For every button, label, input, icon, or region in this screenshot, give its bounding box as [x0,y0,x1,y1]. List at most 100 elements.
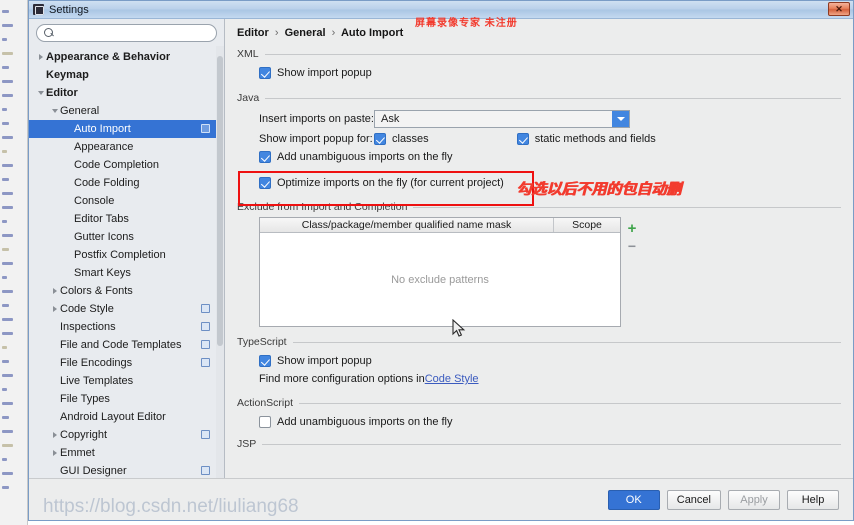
apply-button[interactable]: Apply [728,489,780,510]
sidebar-item-code-style[interactable]: Code Style [29,300,224,318]
tree-twisty-placeholder [49,354,60,372]
exclude-table-buttons: + − [621,217,643,327]
sidebar-item-auto-import[interactable]: Auto Import [29,120,224,138]
sidebar-item-code-folding[interactable]: Code Folding [29,174,224,192]
chevron-right-icon[interactable] [49,426,60,444]
add-unambiguous-java-label: Add unambiguous imports on the fly [277,151,453,163]
cancel-button[interactable]: Cancel [666,489,721,510]
sidebar-item-postfix-completion[interactable]: Postfix Completion [29,246,224,264]
chevron-down-icon[interactable] [35,84,46,102]
sidebar-item-android-layout-editor[interactable]: Android Layout Editor [29,408,224,426]
sidebar-item-editor[interactable]: Editor [29,84,224,102]
classes-row[interactable]: classes [374,130,429,148]
breadcrumb-part-general[interactable]: General [285,27,326,39]
actionscript-add-unambiguous-checkbox[interactable] [259,416,271,428]
chevron-right-icon[interactable] [49,300,60,318]
ok-button[interactable]: OK [607,489,660,510]
sidebar-item-file-types[interactable]: File Types [29,390,224,408]
sidebar-item-emmet[interactable]: Emmet [29,444,224,462]
search-input[interactable] [58,26,209,40]
tree-twisty-placeholder [63,246,74,264]
tree-twisty-placeholder [49,390,60,408]
breadcrumb: Editor › General › Auto Import [237,27,841,39]
insert-imports-row: Insert imports on paste: Ask [237,108,841,130]
sidebar-item-copyright[interactable]: Copyright [29,426,224,444]
xml-show-import-popup-checkbox[interactable] [259,67,271,79]
static-methods-checkbox[interactable] [516,133,529,145]
search-row [29,24,224,46]
sidebar-scrollbar[interactable] [216,46,224,478]
chevron-down-icon[interactable] [49,102,60,120]
classes-checkbox[interactable] [374,133,386,145]
static-methods-row[interactable]: static methods and fields [516,130,656,148]
sidebar-item-label: Code Completion [74,159,159,171]
sidebar-item-inspections[interactable]: Inspections [29,318,224,336]
help-button[interactable]: Help [787,489,839,510]
sidebar-item-keymap[interactable]: Keymap [29,66,224,84]
optimize-imports-checkbox[interactable] [259,177,271,189]
ide-code-line [2,136,13,139]
sidebar-item-file-encodings[interactable]: File Encodings [29,354,224,372]
column-header-scope[interactable]: Scope [554,218,620,232]
tree-twisty-placeholder [49,408,60,426]
typescript-show-import-popup-checkbox[interactable] [259,355,271,367]
chevron-right-icon[interactable] [35,48,46,66]
ide-code-line [2,234,13,237]
settings-tree-list: Appearance & Behavior Keymap Editor General… [29,48,224,478]
ide-code-line [2,318,13,321]
close-icon[interactable]: ✕ [828,2,850,16]
sidebar-item-file-and-code-templates[interactable]: File and Code Templates [29,336,224,354]
sidebar-item-general[interactable]: General [29,102,224,120]
search-box[interactable] [36,24,217,42]
add-exclude-button[interactable]: + [623,219,641,237]
sidebar-item-gutter-icons[interactable]: Gutter Icons [29,228,224,246]
add-unambiguous-java-checkbox[interactable] [259,151,271,163]
ide-code-line [2,94,13,97]
typescript-show-import-popup-row[interactable]: Show import popup [237,352,841,370]
chevron-right-icon[interactable] [49,282,60,300]
ide-code-line [2,472,13,475]
ide-code-line [2,66,9,69]
sidebar-item-smart-keys[interactable]: Smart Keys [29,264,224,282]
project-scope-icon [201,466,210,475]
chevron-down-icon[interactable] [612,111,629,127]
column-header-mask[interactable]: Class/package/member qualified name mask [260,218,554,232]
remove-exclude-button[interactable]: − [623,237,641,255]
add-unambiguous-java-row[interactable]: Add unambiguous imports on the fly [237,148,841,166]
sidebar-item-colors-fonts[interactable]: Colors & Fonts [29,282,224,300]
search-icon [44,27,55,39]
sidebar-item-label: Postfix Completion [74,249,166,261]
ide-code-line [2,38,7,41]
sidebar-item-label: GUI Designer [60,465,127,477]
ide-code-line [2,346,7,349]
ide-code-line [2,164,13,167]
actionscript-add-unambiguous-row[interactable]: Add unambiguous imports on the fly [237,413,841,431]
code-style-link[interactable]: Code Style [425,373,479,385]
actionscript-section: ActionScript Add unambiguous imports on … [237,397,841,431]
sidebar-item-gui-designer[interactable]: GUI Designer [29,462,224,478]
settings-sidebar: Appearance & Behavior Keymap Editor General… [29,19,225,478]
sidebar-item-code-completion[interactable]: Code Completion [29,156,224,174]
csdn-watermark: https://blog.csdn.net/liuliang68 [43,496,299,517]
exclude-table-body[interactable]: No exclude patterns [260,233,620,326]
sidebar-item-console[interactable]: Console [29,192,224,210]
ide-code-line [2,150,7,153]
chevron-right-icon[interactable] [49,444,60,462]
xml-section: XML Show import popup [237,48,841,82]
sidebar-item-label: Smart Keys [74,267,131,279]
sidebar-item-appearance-behavior[interactable]: Appearance & Behavior [29,48,224,66]
sidebar-item-editor-tabs[interactable]: Editor Tabs [29,210,224,228]
xml-show-import-popup-row[interactable]: Show import popup [237,64,841,82]
section-divider [299,402,841,404]
insert-imports-dropdown[interactable]: Ask [374,110,630,128]
typescript-section-title: TypeScript [237,336,841,348]
sidebar-scrollbar-thumb[interactable] [217,56,223,346]
tree-twisty-placeholder [63,138,74,156]
java-section-title: Java [237,92,841,104]
sidebar-item-live-templates[interactable]: Live Templates [29,372,224,390]
breadcrumb-part-editor[interactable]: Editor [237,27,269,39]
typescript-hint-row: Find more configuration options in Code … [237,370,841,388]
sidebar-item-appearance[interactable]: Appearance [29,138,224,156]
settings-content: Editor › General › Auto Import XML Show … [225,19,853,478]
xml-section-title: XML [237,48,841,60]
